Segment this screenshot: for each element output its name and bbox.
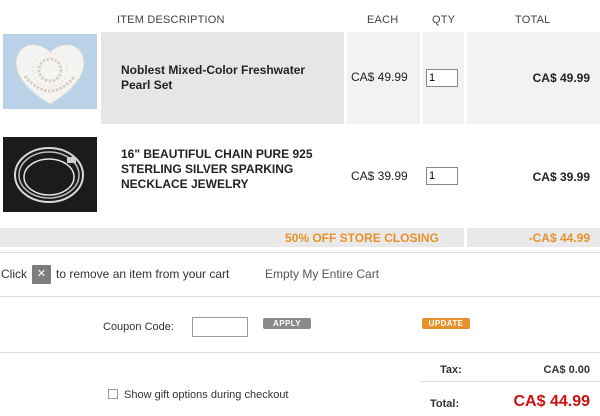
divider <box>0 352 600 353</box>
silver-chain-thumbnail[interactable] <box>3 137 97 212</box>
pearl-set-thumbnail[interactable] <box>3 34 97 109</box>
gift-options-label[interactable]: Show gift options during checkout <box>124 389 289 401</box>
total-value: CA$ 44.99 <box>513 393 591 410</box>
empty-cart-link[interactable]: Empty My Entire Cart <box>265 267 379 281</box>
quantity-input[interactable] <box>426 69 458 87</box>
header-qty: QTY <box>432 14 456 26</box>
tax-value: CA$ 0.00 <box>543 364 590 376</box>
item-each-price: CA$ 39.99 <box>351 169 408 183</box>
gift-options-checkbox[interactable] <box>108 389 118 399</box>
quantity-input[interactable] <box>426 167 458 185</box>
coupon-label: Coupon Code: <box>103 321 174 333</box>
pearl-necklace-icon <box>3 34 97 109</box>
total-label: Total: <box>430 398 460 410</box>
item-total: CA$ 39.99 <box>532 170 590 184</box>
tax-label: Tax: <box>440 364 462 376</box>
divider <box>0 296 600 297</box>
update-cart-button[interactable]: UPDATE <box>422 318 470 329</box>
item-name[interactable]: 16" BEAUTIFUL CHAIN PURE 925 STERLING SI… <box>121 147 331 192</box>
item-total: CA$ 49.99 <box>532 71 590 85</box>
remove-hint-text: to remove an item from your cart <box>56 267 230 281</box>
header-item-description: ITEM DESCRIPTION <box>117 14 225 26</box>
discount-amount: -CA$ 44.99 <box>528 231 590 245</box>
header-each: EACH <box>367 14 399 26</box>
divider <box>420 381 600 382</box>
item-each-price: CA$ 49.99 <box>351 70 408 84</box>
apply-coupon-button[interactable]: APPLY <box>263 318 311 329</box>
coupon-code-input[interactable] <box>192 317 248 337</box>
remove-item-icon[interactable]: ✕ <box>32 265 51 284</box>
remove-hint-prefix: Click <box>1 267 27 281</box>
discount-label: 50% OFF STORE CLOSING <box>285 231 439 245</box>
header-total: TOTAL <box>515 14 551 26</box>
silver-chain-icon <box>3 137 97 212</box>
divider <box>0 252 600 253</box>
item-name[interactable]: Noblest Mixed-Color Freshwater Pearl Set <box>121 63 331 93</box>
